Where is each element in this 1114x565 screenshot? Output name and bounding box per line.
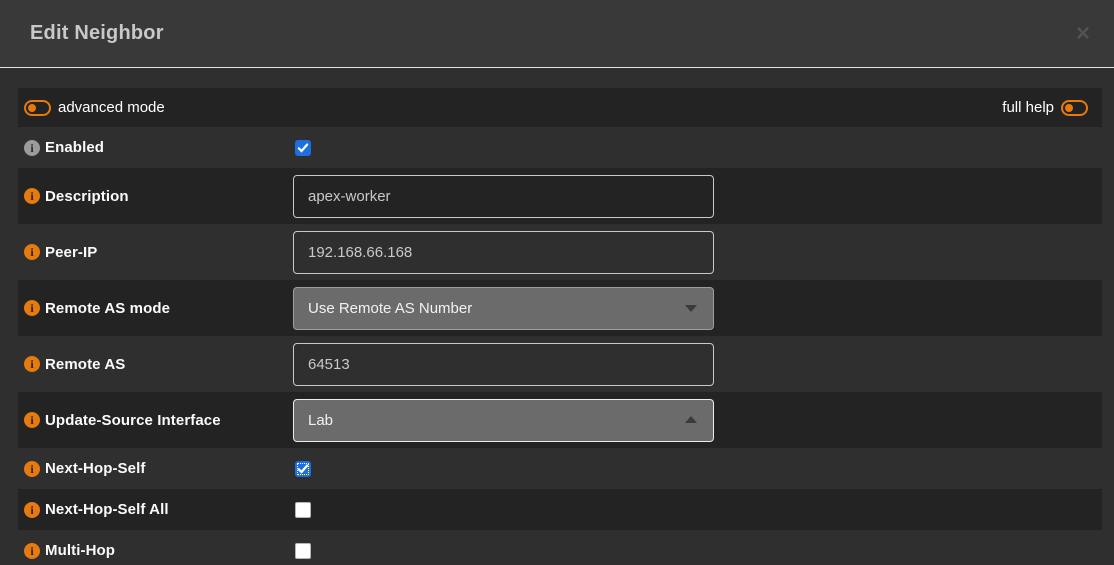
form-table: advanced mode full help i Enabled i Descrip… [18, 88, 1102, 565]
form-row-description: i Description [18, 168, 1102, 224]
enabled-checkbox[interactable] [295, 140, 311, 156]
caret-down-icon [685, 305, 697, 312]
modal-title: Edit Neighbor [30, 22, 164, 45]
remote-as-input[interactable] [293, 343, 714, 386]
info-icon[interactable]: i [24, 412, 40, 428]
remote-as-mode-select[interactable]: Use Remote AS Number [293, 287, 714, 330]
form-row-remote-as: i Remote AS [18, 336, 1102, 392]
field-label-enabled: Enabled [45, 139, 104, 156]
check-icon [297, 142, 309, 154]
next-hop-self-all-checkbox[interactable] [295, 502, 311, 518]
control-col-remote-as [293, 343, 1102, 386]
form-row-multi-hop: i Multi-Hop [18, 530, 1102, 565]
form-row-next-hop-self-all: i Next-Hop-Self All [18, 489, 1102, 530]
field-label-description: Description [45, 188, 129, 205]
info-icon[interactable]: i [24, 244, 40, 260]
form-row-enabled: i Enabled [18, 127, 1102, 168]
full-help-label: full help [1002, 99, 1054, 116]
close-icon[interactable]: × [1076, 22, 1090, 46]
label-col-multi-hop: i Multi-Hop [24, 542, 293, 559]
check-icon [297, 463, 309, 475]
info-icon[interactable]: i [24, 461, 40, 477]
description-input[interactable] [293, 175, 714, 218]
info-icon[interactable]: i [24, 140, 40, 156]
update-source-interface-select[interactable]: Lab [293, 399, 714, 442]
form-row-next-hop-self: i Next-Hop-Self [18, 448, 1102, 489]
info-icon[interactable]: i [24, 502, 40, 518]
caret-up-icon [685, 416, 697, 423]
label-col-enabled: i Enabled [24, 139, 293, 156]
full-help-toggle[interactable]: full help [1002, 99, 1088, 116]
field-label-remote-as-mode: Remote AS mode [45, 300, 170, 317]
field-label-peer-ip: Peer-IP [45, 244, 97, 261]
field-label-update-source-interface: Update-Source Interface [45, 412, 221, 429]
info-icon[interactable]: i [24, 356, 40, 372]
control-col-next-hop-self-all [293, 502, 1102, 518]
modal-body: advanced mode full help i Enabled i Descrip… [0, 68, 1114, 565]
selected-value: Use Remote AS Number [308, 300, 472, 317]
help-toolbar-row: advanced mode full help [18, 88, 1102, 127]
label-col-update-source-interface: i Update-Source Interface [24, 412, 293, 429]
field-label-remote-as: Remote AS [45, 356, 125, 373]
field-label-next-hop-self: Next-Hop-Self [45, 460, 145, 477]
peer-ip-input[interactable] [293, 231, 714, 274]
field-label-next-hop-self-all: Next-Hop-Self All [45, 501, 169, 518]
form-row-update-source-interface: i Update-Source Interface Lab [18, 392, 1102, 448]
toggle-icon [1061, 100, 1088, 116]
info-icon[interactable]: i [24, 543, 40, 559]
form-row-peer-ip: i Peer-IP [18, 224, 1102, 280]
control-col-remote-as-mode: Use Remote AS Number [293, 287, 1102, 330]
label-col-remote-as-mode: i Remote AS mode [24, 300, 293, 317]
control-col-next-hop-self [293, 461, 1102, 477]
form-row-remote-as-mode: i Remote AS mode Use Remote AS Number [18, 280, 1102, 336]
control-col-description [293, 175, 1102, 218]
control-col-update-source-interface: Lab [293, 399, 1102, 442]
edit-neighbor-modal: { "modal": { "title": "Edit Neighbor", "… [0, 0, 1114, 565]
info-icon[interactable]: i [24, 188, 40, 204]
label-col-peer-ip: i Peer-IP [24, 244, 293, 261]
multi-hop-checkbox[interactable] [295, 543, 311, 559]
label-col-description: i Description [24, 188, 293, 205]
info-icon[interactable]: i [24, 300, 40, 316]
label-col-next-hop-self: i Next-Hop-Self [24, 460, 293, 477]
control-col-enabled [293, 140, 1102, 156]
field-label-multi-hop: Multi-Hop [45, 542, 115, 559]
advanced-mode-label: advanced mode [58, 99, 165, 116]
label-col-next-hop-self-all: i Next-Hop-Self All [24, 501, 293, 518]
advanced-mode-toggle[interactable]: advanced mode [24, 99, 165, 116]
control-col-peer-ip [293, 231, 1102, 274]
toggle-icon [24, 100, 51, 116]
next-hop-self-checkbox[interactable] [295, 461, 311, 477]
control-col-multi-hop [293, 543, 1102, 559]
selected-value: Lab [308, 412, 333, 429]
modal-header: Edit Neighbor × [0, 0, 1114, 68]
label-col-remote-as: i Remote AS [24, 356, 293, 373]
